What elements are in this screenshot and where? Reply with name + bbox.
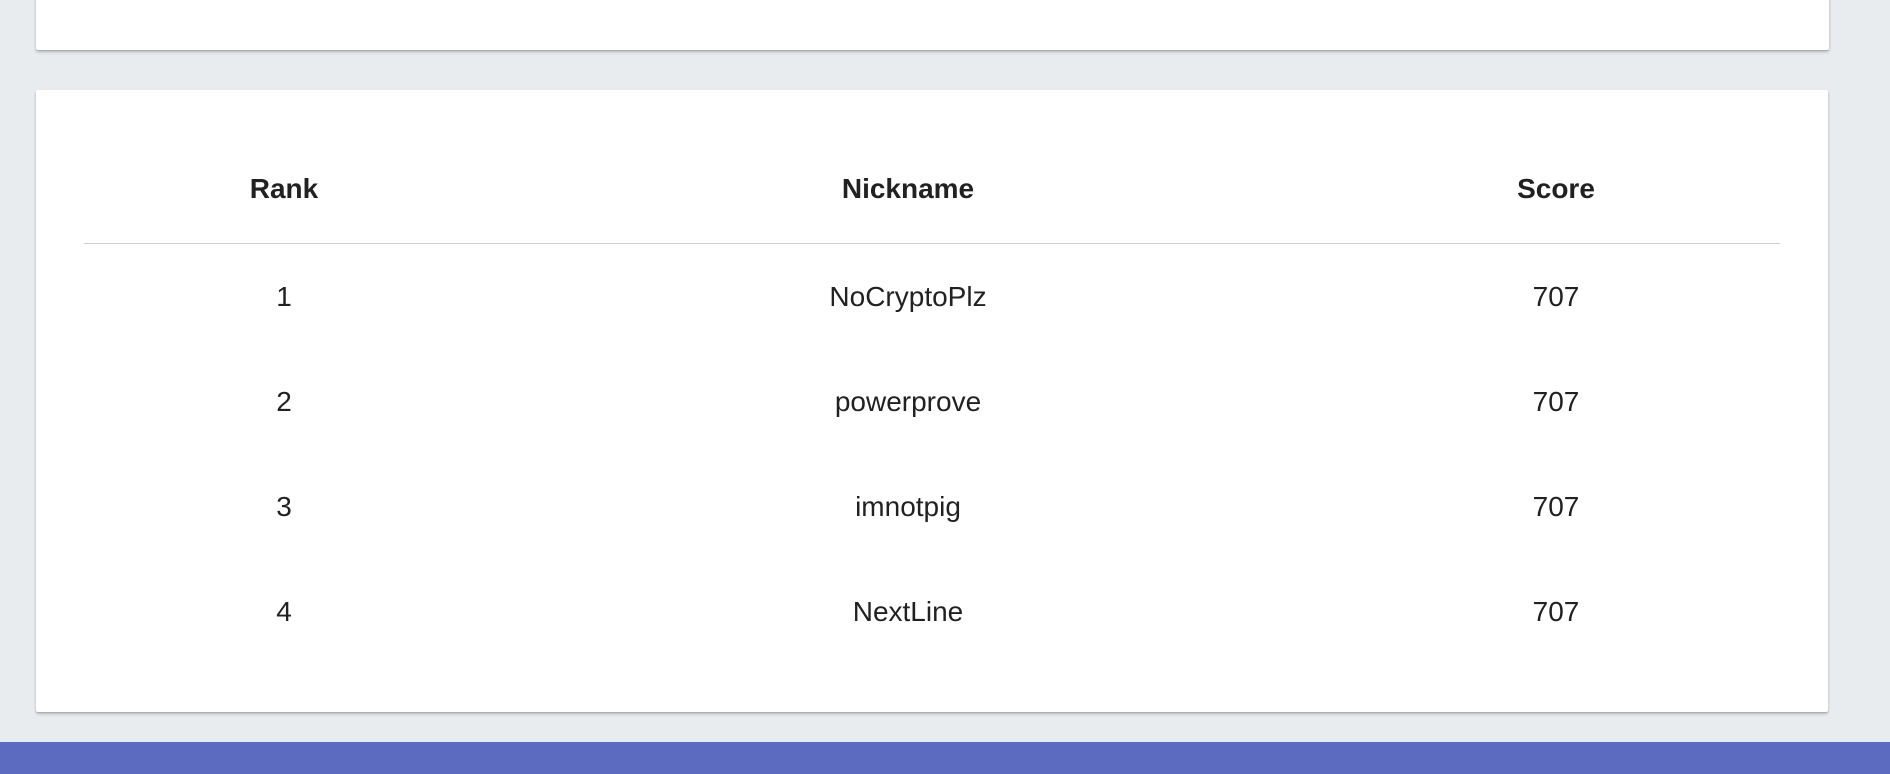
leaderboard-card: Rank Nickname Score 1 NoCryptoPlz 707 2 … [36, 90, 1828, 712]
table-header-row: Rank Nickname Score [84, 135, 1780, 244]
nickname-cell: NextLine [852, 595, 964, 627]
score-cell: 707 [1532, 280, 1580, 312]
nickname-cell: imnotpig [855, 490, 961, 522]
score-cell: 707 [1532, 490, 1580, 522]
score-column-header: Score [1332, 135, 1780, 244]
top-card [36, 0, 1829, 50]
rank-cell: 2 [276, 385, 292, 417]
rank-cell: 3 [276, 490, 292, 522]
nickname-cell: NoCryptoPlz [829, 280, 987, 312]
nickname-cell: powerprove [834, 385, 982, 417]
nickname-column-header: Nickname [484, 135, 1332, 244]
leaderboard-table: Rank Nickname Score 1 NoCryptoPlz 707 2 … [84, 135, 1780, 664]
table-row: 2 powerprove 707 [84, 349, 1780, 454]
footer-bar [0, 742, 1890, 774]
table-row: 4 NextLine 707 [84, 559, 1780, 664]
score-cell: 707 [1532, 385, 1580, 417]
table-row: 1 NoCryptoPlz 707 [84, 244, 1780, 350]
score-cell: 707 [1532, 595, 1580, 627]
rank-cell: 4 [276, 595, 292, 627]
table-row: 3 imnotpig 707 [84, 454, 1780, 559]
rank-column-header: Rank [84, 135, 484, 244]
rank-cell: 1 [276, 280, 292, 312]
